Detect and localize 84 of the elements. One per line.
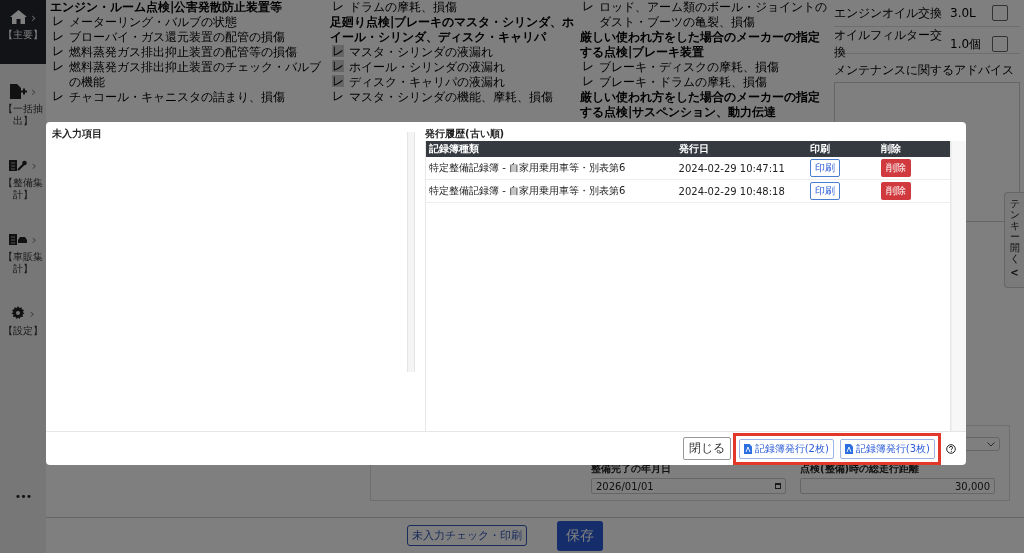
check-item-label: 燃料蒸発ガス排出抑止装置の配管等の損傷 — [69, 45, 297, 60]
part-amount: 1.0個 — [950, 35, 983, 53]
print-button[interactable]: 印刷 — [810, 159, 841, 177]
check-mark[interactable]: レ — [332, 60, 344, 72]
check-mark[interactable]: レ — [582, 75, 594, 87]
pdf-file-icon — [743, 443, 752, 454]
check-mark[interactable]: レ — [52, 60, 64, 72]
scrollbar-track[interactable] — [951, 141, 966, 432]
table-cell: 特定整備記録簿 - 自家用乗用車等・別表第6 — [426, 157, 676, 180]
sidebar-label: 【整備集計】 — [2, 177, 44, 200]
check-item-label: 燃料蒸発ガス排出抑止装置のチェック・バルブの機能 — [69, 60, 322, 90]
sidebar-label: 【設定】 — [2, 325, 44, 337]
check-mark[interactable]: レ — [582, 0, 594, 12]
check-mark[interactable]: レ — [332, 0, 344, 12]
sidebar-label: 【車販集計】 — [2, 251, 44, 274]
check-mark[interactable]: レ — [332, 45, 344, 57]
gear-icon — [11, 306, 26, 320]
check-item-label: ドラムの摩耗、損傷 — [349, 0, 457, 15]
check-item-label: ブレーキ・ディスクの摩耗、損傷 — [599, 60, 779, 75]
more-menu[interactable]: ••• — [0, 490, 46, 553]
part-name: エンジンオイル交換 — [834, 4, 943, 22]
section-heading: 足廻り点検|ブレーキのマスタ・シリンダ、ホイール・シリンダ、ディスク・キャリパ — [330, 15, 576, 45]
sidebar-item[interactable]: › 【整備集計】 — [0, 148, 46, 212]
chevron-icon: › — [30, 9, 37, 25]
close-button[interactable]: 閉じる — [682, 437, 731, 461]
delete-button[interactable]: 削除 — [880, 159, 911, 177]
section-heading: エンジン・ルーム点検|公害発散防止装置等 — [50, 0, 284, 15]
check-mark[interactable]: レ — [582, 60, 594, 72]
missing-items-title: 未入力項目 — [52, 127, 103, 141]
chevron-icon: › — [31, 157, 37, 173]
chevron-down-icon — [987, 441, 995, 447]
part-amount: 3.0L — [950, 6, 977, 20]
section-heading: 厳しい使われ方をした場合のメーカーの指定する点検|ブレーキ装置 — [580, 30, 821, 60]
column-header: 記録簿種類 — [426, 141, 676, 157]
check-mark[interactable]: レ — [52, 15, 64, 27]
check-mark[interactable]: レ — [332, 75, 344, 87]
check-item-label: ブレーキ・ドラムの摩耗、損傷 — [599, 75, 767, 90]
tenkey-tab[interactable]: テンキー開く < — [1004, 192, 1024, 288]
column-header: 発行日 — [675, 141, 808, 157]
chevron-icon: › — [29, 305, 35, 321]
issue-record-button[interactable]: 記録簿発行(3枚) — [839, 438, 935, 459]
check-print-button[interactable]: 未入力チェック・印刷 — [407, 525, 527, 546]
sidebar-label: 【主要】 — [2, 29, 44, 41]
sidebar-item[interactable]: › 【主要】 — [0, 0, 46, 64]
section-heading: 厳しい使われ方をした場合のメーカーの指定する点検|サスペンション、動力伝達 — [580, 90, 821, 120]
history-title: 発行履歴(古い順) — [425, 127, 506, 141]
list-car-icon — [9, 233, 28, 245]
home-icon — [9, 10, 27, 24]
table-cell: 特定整備記録簿 - 自家用乗用車等・別表第6 — [426, 179, 676, 203]
calendar-icon — [775, 483, 781, 489]
sidebar-item[interactable]: › 【設定】 — [0, 296, 46, 360]
issue-record-button[interactable]: 記録簿発行(2枚) — [738, 438, 834, 459]
file-plus-icon — [9, 83, 27, 99]
date-field[interactable]: 2026/01/01 — [591, 478, 786, 494]
table-cell: 2024-02-29 10:48:18 — [675, 179, 808, 203]
sidebar-item[interactable]: › 【車販集計】 — [0, 222, 46, 286]
part-checkbox[interactable] — [992, 36, 1008, 52]
advice-label: メンテナンスに関するアドバイス — [834, 62, 1015, 79]
list-wrench-icon — [9, 159, 28, 171]
column-header: 削除 — [877, 141, 950, 157]
check-mark[interactable]: レ — [52, 30, 64, 42]
check-item-label: ディスク・キャリパの液漏れ — [349, 75, 505, 90]
pdf-file-icon — [844, 443, 853, 454]
chevron-icon: › — [30, 83, 37, 99]
check-mark[interactable]: レ — [332, 90, 344, 102]
check-mark[interactable]: レ — [52, 45, 64, 57]
check-item-label: メーターリング・バルブの状態 — [69, 15, 237, 30]
number-field[interactable]: 30,000 — [800, 478, 995, 494]
table-cell: 2024-02-29 10:47:11 — [675, 157, 808, 180]
part-name: オイルフィルター交換 — [834, 27, 943, 61]
save-button[interactable]: 保存 — [557, 520, 603, 551]
column-header: 印刷 — [807, 141, 878, 157]
check-item-label: ロッド、アーム類のボール・ジョイントのダスト・ブーツの亀裂、損傷 — [599, 0, 828, 30]
check-mark[interactable]: レ — [52, 90, 64, 102]
print-button[interactable]: 印刷 — [810, 182, 841, 200]
check-item-label: チャコール・キャニスタの詰まり、損傷 — [69, 90, 285, 105]
check-item-label: マスタ・シリンダの機能、摩耗、損傷 — [349, 90, 553, 105]
check-item-label: マスタ・シリンダの液漏れ — [349, 45, 493, 60]
chevron-icon: › — [31, 231, 37, 247]
part-checkbox[interactable] — [992, 5, 1008, 21]
check-item-label: ホイール・シリンダの液漏れ — [349, 60, 505, 75]
check-item-label: ブローバイ・ガス還元装置の配管の損傷 — [69, 30, 285, 45]
delete-button[interactable]: 削除 — [880, 182, 911, 200]
help-icon[interactable] — [946, 443, 956, 454]
